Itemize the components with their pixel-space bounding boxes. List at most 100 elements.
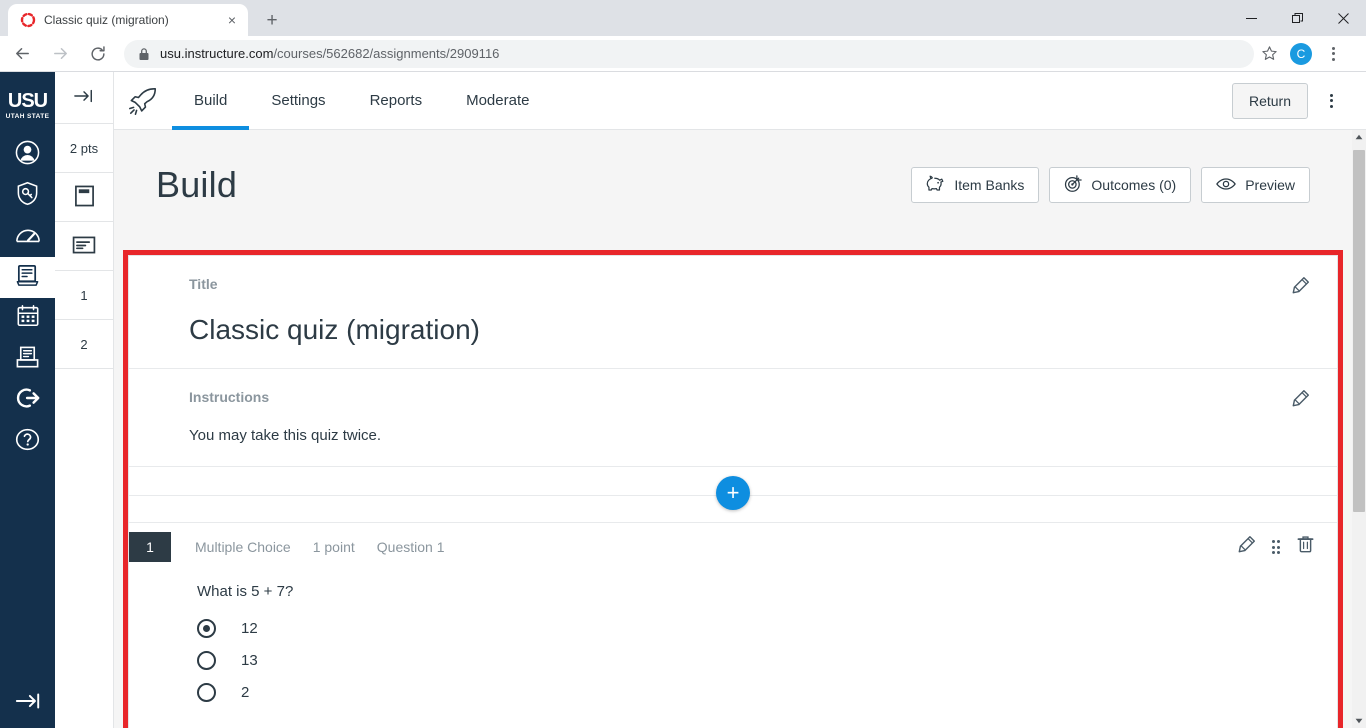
rail-points: 2 pts: [55, 124, 113, 173]
inbox-tray-icon: [15, 345, 40, 375]
add-item-button[interactable]: +: [716, 476, 750, 510]
item-banks-button[interactable]: Item Banks: [911, 167, 1040, 203]
pencil-icon[interactable]: [1289, 274, 1311, 296]
canvas-loading-icon: [20, 12, 36, 28]
answer-option[interactable]: 12: [197, 612, 1337, 644]
sidebar-item-dashboard[interactable]: [0, 216, 55, 257]
radio-button[interactable]: [197, 650, 216, 670]
instructions-label: Instructions: [189, 389, 270, 405]
preview-button[interactable]: Preview: [1201, 167, 1310, 203]
quiz-builder-card: Title Classic quiz (migration) Instructi…: [128, 255, 1338, 728]
kebab-menu-icon[interactable]: [1314, 83, 1348, 119]
scroll-up-arrow-icon[interactable]: [1352, 130, 1366, 144]
usu-logo-subtitle: UTAH STATE: [5, 112, 50, 120]
exit-arrow-icon: [15, 387, 41, 414]
sidebar-item-calendar[interactable]: [0, 298, 55, 339]
return-button[interactable]: Return: [1231, 82, 1308, 119]
instructions-block-icon: [72, 236, 96, 257]
address-bar-url: usu.instructure.com/courses/562682/assig…: [160, 46, 499, 61]
rail-expand-button[interactable]: [55, 72, 113, 124]
answer-option-label: 12: [241, 619, 258, 637]
profile-initial: C: [1290, 42, 1312, 65]
question-prompt: What is 5 + 7?: [197, 583, 294, 600]
pencil-icon[interactable]: [1289, 387, 1311, 409]
question-circle-icon: [15, 427, 40, 457]
answer-option-label: 13: [241, 651, 258, 669]
page-scrollbar[interactable]: [1352, 130, 1366, 728]
sidebar-item-logout[interactable]: [0, 380, 55, 421]
quiz-navigation-rail: 2 pts 1 2: [55, 72, 114, 728]
avatar[interactable]: C: [1286, 39, 1316, 69]
usu-logo[interactable]: USU UTAH STATE: [0, 72, 55, 134]
shield-key-icon: [15, 181, 40, 211]
page-body: Build Item Banks Outcomes (0) Preview Ti…: [114, 130, 1352, 728]
piggy-bank-icon: [926, 175, 945, 195]
sidebar-item-account[interactable]: [0, 134, 55, 175]
question-body: What is 5 + 7? 12 13 2: [129, 571, 1337, 708]
title-block-icon: [74, 185, 95, 210]
usu-logo-mark: USU: [7, 89, 48, 112]
radio-button[interactable]: [197, 682, 216, 702]
pencil-icon[interactable]: [1237, 535, 1256, 559]
sidebar-item-admin[interactable]: [0, 175, 55, 216]
minimize-button[interactable]: [1228, 0, 1274, 36]
drag-handle-icon[interactable]: [1271, 540, 1280, 554]
answer-option[interactable]: 13: [197, 644, 1337, 676]
question-number-badge: 1: [129, 532, 171, 562]
gauge-icon: [15, 223, 41, 250]
rail-item-question-1[interactable]: 1: [55, 271, 113, 320]
question-item: 1 Multiple Choice 1 point Question 1 Wha…: [129, 523, 1337, 708]
kebab-menu-icon[interactable]: [1318, 39, 1348, 69]
global-nav-collapse-button[interactable]: [0, 678, 55, 728]
sidebar-item-inbox[interactable]: [0, 339, 55, 380]
page-header: Build Item Banks Outcomes (0) Preview: [114, 130, 1352, 240]
rail-item-title-block[interactable]: [55, 173, 113, 222]
browser-tab[interactable]: Classic quiz (migration) ×: [8, 4, 248, 36]
answer-option[interactable]: 2: [197, 676, 1337, 708]
book-icon: [15, 263, 40, 293]
maximize-button[interactable]: [1274, 0, 1320, 36]
preview-label: Preview: [1245, 177, 1295, 193]
quiz-instructions-value: You may take this quiz twice.: [189, 427, 382, 444]
outcomes-button[interactable]: Outcomes (0): [1049, 167, 1192, 203]
scroll-down-arrow-icon[interactable]: [1352, 714, 1366, 728]
eye-icon: [1216, 177, 1237, 194]
quiz-header-actions: Return: [1231, 82, 1366, 119]
browser-window: Classic quiz (migration) × + usu.instruc…: [0, 0, 1366, 728]
reload-icon[interactable]: [82, 38, 114, 70]
scrollbar-thumb[interactable]: [1353, 150, 1365, 512]
new-tab-button[interactable]: +: [258, 8, 286, 32]
tab-moderate[interactable]: Moderate: [444, 72, 551, 130]
page-title: Build: [156, 164, 238, 205]
window-controls: [1228, 0, 1366, 36]
sidebar-item-courses[interactable]: [0, 257, 55, 298]
sidebar-item-help[interactable]: [0, 421, 55, 462]
back-arrow-icon[interactable]: [6, 38, 38, 70]
quiz-instructions-section: Instructions You may take this quiz twic…: [129, 369, 1337, 467]
quiz-title-value: Classic quiz (migration): [189, 314, 480, 345]
expand-arrow-icon: [74, 89, 94, 106]
rail-item-instructions-block[interactable]: [55, 222, 113, 271]
tab-reports[interactable]: Reports: [348, 72, 445, 130]
star-icon[interactable]: [1254, 39, 1284, 69]
close-icon[interactable]: ×: [224, 12, 240, 28]
radio-button-selected[interactable]: [197, 618, 216, 638]
browser-toolbar: usu.instructure.com/courses/562682/assig…: [0, 36, 1366, 72]
tab-settings[interactable]: Settings: [249, 72, 347, 130]
forward-arrow-icon[interactable]: [44, 38, 76, 70]
calendar-icon: [16, 304, 40, 333]
add-item-row: +: [129, 467, 1337, 523]
tab-build[interactable]: Build: [172, 72, 250, 130]
user-avatar-icon: [15, 140, 40, 170]
address-bar[interactable]: usu.instructure.com/courses/562682/assig…: [124, 39, 1254, 68]
question-meta: Multiple Choice 1 point Question 1: [195, 539, 444, 555]
question-actions: [1237, 535, 1316, 559]
quiz-title-section: Title Classic quiz (migration): [129, 256, 1337, 369]
close-button[interactable]: [1320, 0, 1366, 36]
toolbar-right-actions: C: [1254, 39, 1354, 69]
rail-item-question-2[interactable]: 2: [55, 320, 113, 369]
expand-arrow-icon: [15, 691, 41, 716]
browser-tab-title: Classic quiz (migration): [44, 13, 169, 27]
quiz-tabs: Build Settings Reports Moderate: [172, 72, 551, 130]
trash-icon[interactable]: [1296, 535, 1315, 559]
